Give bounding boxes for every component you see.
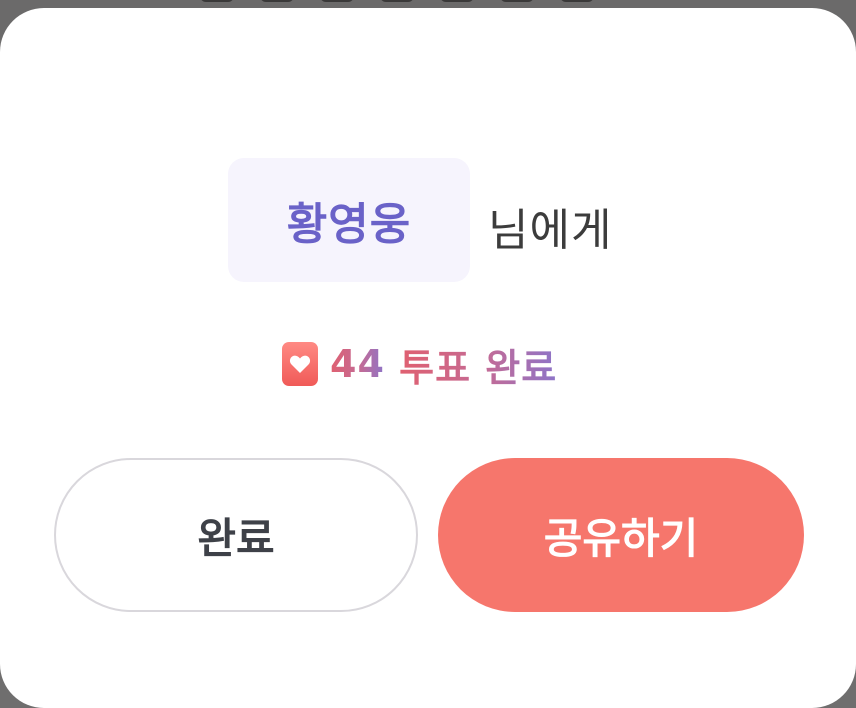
background-content <box>200 0 660 8</box>
vote-summary: 44 투표 완료 <box>282 338 557 390</box>
vote-spacer <box>385 342 399 386</box>
heart-icon <box>282 342 318 386</box>
vote-label: 투표 완료 <box>399 337 557 392</box>
recipient-row: 황영웅 님에게 <box>0 158 856 290</box>
vote-complete-dialog: 황영웅 님에게 44 투표 완료 완료 공유하기 <box>0 8 856 708</box>
done-button[interactable]: 완료 <box>54 458 418 612</box>
recipient-name-chip: 황영웅 <box>228 158 470 282</box>
share-button-label: 공유하기 <box>543 513 699 563</box>
done-button-label: 완료 <box>197 513 275 563</box>
vote-count: 44 <box>330 342 385 386</box>
recipient-suffix: 님에게 <box>488 205 613 256</box>
recipient-name: 황영웅 <box>286 199 412 250</box>
share-button[interactable]: 공유하기 <box>438 458 804 612</box>
